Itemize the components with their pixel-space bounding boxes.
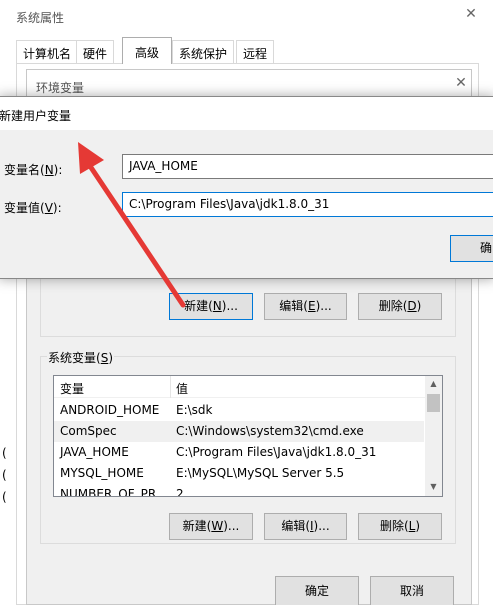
variable-name: ComSpec xyxy=(60,424,117,438)
scrollbar-thumb[interactable] xyxy=(427,394,440,412)
variable-value: E:\sdk xyxy=(176,403,213,417)
variable-value: C:\Program Files\Java\jdk1.8.0_31 xyxy=(176,445,377,459)
table-row[interactable]: MYSQL_HOME E:\MySQL\MySQL Server 5.5 xyxy=(54,463,424,484)
table-row[interactable]: ANDROID_HOME E:\sdk xyxy=(54,400,424,421)
variable-value: 2 xyxy=(176,487,184,497)
vertical-scrollbar[interactable]: ▲ ▼ xyxy=(425,376,442,496)
ok-button[interactable]: 确 xyxy=(450,235,493,262)
covered-text-fragment: ( xyxy=(2,490,7,504)
new-system-variable-button[interactable]: 新建(W)... xyxy=(169,513,253,540)
system-variables-list[interactable]: 变量 值 ANDROID_HOME E:\sdk ComSpec C:\Wind… xyxy=(53,375,443,497)
variable-name: NUMBER_OF_PR... xyxy=(60,487,168,497)
variable-value-label: 变量值(V): xyxy=(4,201,62,215)
tab-system-protection[interactable]: 系统保护 xyxy=(172,40,235,64)
covered-text-fragment: ( xyxy=(2,446,7,460)
new-user-variable-dialog: 新建用户变量 变量名(N): JAVA_HOME 变量值(V): C:\Prog… xyxy=(0,96,493,279)
tab-remote[interactable]: 远程 xyxy=(236,40,275,64)
edit-user-variable-button[interactable]: 编辑(E)... xyxy=(264,293,347,320)
window-title: 系统属性 xyxy=(16,11,65,25)
table-row[interactable]: ComSpec C:\Windows\system32\cmd.exe xyxy=(54,421,424,442)
variable-value: C:\Windows\system32\cmd.exe xyxy=(176,424,364,438)
delete-user-variable-button[interactable]: 删除(D) xyxy=(358,293,442,320)
delete-system-variable-button[interactable]: 删除(L) xyxy=(358,513,442,540)
variable-name-field[interactable]: JAVA_HOME xyxy=(122,154,493,179)
close-icon[interactable]: ✕ xyxy=(461,4,481,24)
scroll-up-icon[interactable]: ▲ xyxy=(425,379,442,388)
list-header: 变量 值 xyxy=(54,376,425,398)
cancel-button[interactable]: 取消 xyxy=(370,576,454,605)
close-icon[interactable]: ✕ xyxy=(452,75,470,95)
window-title: 环境变量 xyxy=(36,81,85,95)
tab-computer-name[interactable]: 计算机名 xyxy=(16,40,79,64)
dialog-body: 变量名(N): JAVA_HOME 变量值(V): C:\Program Fil… xyxy=(0,130,493,278)
covered-text-fragment: ( xyxy=(2,468,7,482)
variable-name: ANDROID_HOME xyxy=(60,403,160,417)
column-divider xyxy=(170,376,171,398)
column-header-variable[interactable]: 变量 xyxy=(60,380,84,397)
edit-system-variable-button[interactable]: 编辑(I)... xyxy=(264,513,347,540)
variable-value-field[interactable]: C:\Program Files\Java\jdk1.8.0_31 xyxy=(122,192,493,217)
system-variables-label: 系统变量(S) xyxy=(47,349,114,366)
scroll-down-icon[interactable]: ▼ xyxy=(425,482,442,491)
variable-name: JAVA_HOME xyxy=(60,445,129,459)
table-row[interactable]: NUMBER_OF_PR... 2 xyxy=(54,484,424,497)
variable-value: E:\MySQL\MySQL Server 5.5 xyxy=(176,466,345,480)
tab-hardware[interactable]: 硬件 xyxy=(76,40,115,64)
tab-advanced[interactable]: 高级 xyxy=(122,37,172,64)
table-row[interactable]: JAVA_HOME C:\Program Files\Java\jdk1.8.0… xyxy=(54,442,424,463)
variable-name: MYSQL_HOME xyxy=(60,466,144,480)
dialog-title: 新建用户变量 xyxy=(0,109,72,123)
column-header-value[interactable]: 值 xyxy=(176,380,188,397)
new-user-variable-button[interactable]: 新建(N)... xyxy=(169,293,253,320)
ok-button[interactable]: 确定 xyxy=(275,576,359,605)
variable-name-label: 变量名(N): xyxy=(4,163,63,177)
